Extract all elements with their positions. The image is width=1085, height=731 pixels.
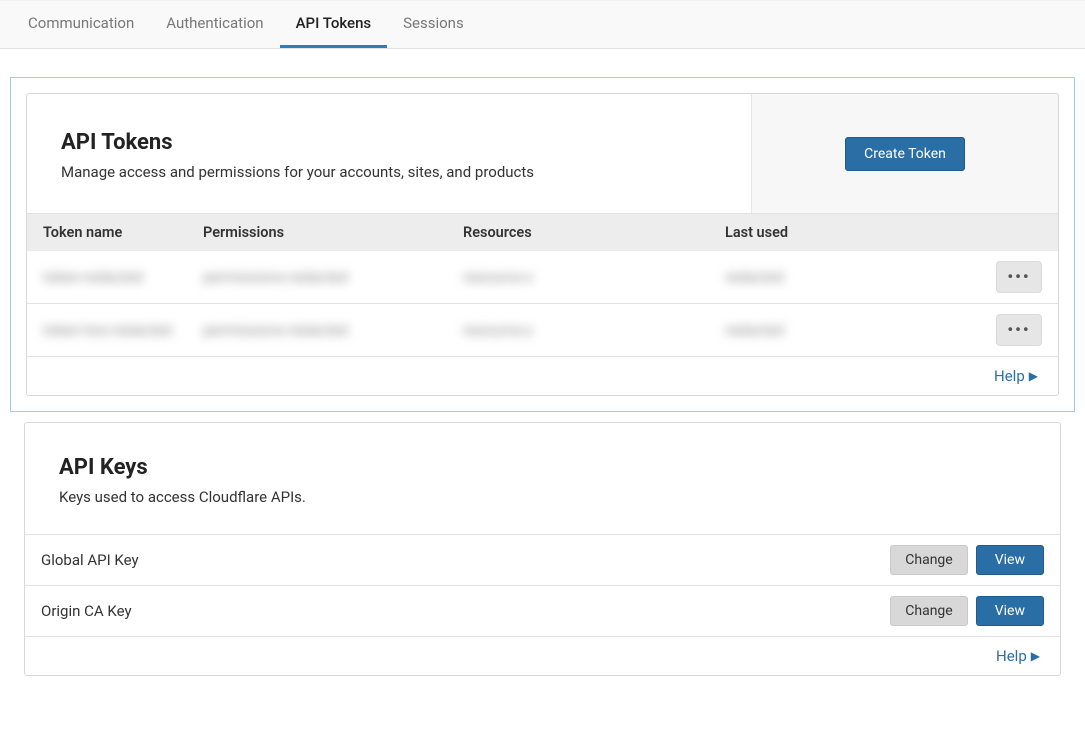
api-keys-title: API Keys: [59, 455, 1026, 480]
api-keys-card: API Keys Keys used to access Cloudflare …: [24, 422, 1061, 676]
caret-right-icon: ▶: [1029, 369, 1038, 383]
col-header-resources: Resources: [463, 224, 725, 241]
token-resources: resource-y: [463, 321, 725, 339]
token-more-button[interactable]: •••: [996, 261, 1042, 293]
api-tokens-header-row: API Tokens Manage access and permissions…: [27, 94, 1058, 213]
help-label: Help: [994, 367, 1025, 385]
tab-sessions[interactable]: Sessions: [387, 1, 480, 48]
token-table-header: Token name Permissions Resources Last us…: [27, 213, 1058, 251]
token-last-used: redacted: [725, 268, 925, 286]
api-tokens-highlight: API Tokens Manage access and permissions…: [10, 77, 1075, 412]
token-row: token-redacted permissions-redacted reso…: [27, 251, 1058, 304]
tokens-help-link[interactable]: Help ▶: [994, 367, 1038, 385]
token-name: token-two-redacted: [43, 321, 203, 339]
api-keys-header: API Keys Keys used to access Cloudflare …: [25, 423, 1060, 535]
tokens-help-row: Help ▶: [27, 357, 1058, 395]
tab-communication[interactable]: Communication: [12, 1, 150, 48]
key-name-global: Global API Key: [41, 551, 890, 569]
tab-api-tokens[interactable]: API Tokens: [280, 1, 388, 48]
tabs-bar: Communication Authentication API Tokens …: [0, 0, 1085, 49]
caret-right-icon: ▶: [1031, 649, 1040, 663]
create-token-button[interactable]: Create Token: [845, 137, 965, 171]
api-tokens-title: API Tokens: [61, 130, 717, 155]
key-actions: Change View: [890, 545, 1044, 575]
view-button[interactable]: View: [976, 545, 1044, 575]
token-name: token-redacted: [43, 268, 203, 286]
token-row: token-two-redacted permissions-redacted …: [27, 304, 1058, 357]
token-last-used: redacted: [725, 321, 925, 339]
api-keys-subtitle: Keys used to access Cloudflare APIs.: [59, 488, 1026, 506]
key-row: Origin CA Key Change View: [25, 586, 1060, 637]
change-button[interactable]: Change: [890, 596, 967, 626]
view-button[interactable]: View: [976, 596, 1044, 626]
keys-help-row: Help ▶: [25, 637, 1060, 675]
token-actions: •••: [925, 261, 1042, 293]
token-more-button[interactable]: •••: [996, 314, 1042, 346]
api-tokens-header: API Tokens Manage access and permissions…: [27, 94, 751, 213]
key-row: Global API Key Change View: [25, 535, 1060, 586]
key-actions: Change View: [890, 596, 1044, 626]
token-resources: resource-x: [463, 268, 725, 286]
help-label: Help: [996, 647, 1027, 665]
tab-authentication[interactable]: Authentication: [150, 1, 279, 48]
keys-help-link[interactable]: Help ▶: [996, 647, 1040, 665]
change-button[interactable]: Change: [890, 545, 967, 575]
api-tokens-card: API Tokens Manage access and permissions…: [26, 93, 1059, 396]
api-tokens-subtitle: Manage access and permissions for your a…: [61, 163, 717, 181]
token-permissions: permissions-redacted: [203, 321, 463, 339]
col-header-name: Token name: [43, 224, 203, 241]
token-actions: •••: [925, 314, 1042, 346]
col-header-actions: [925, 224, 1042, 241]
key-name-origin: Origin CA Key: [41, 602, 890, 620]
col-header-last-used: Last used: [725, 224, 925, 241]
token-permissions: permissions-redacted: [203, 268, 463, 286]
api-tokens-action-pane: Create Token: [751, 94, 1058, 213]
col-header-permissions: Permissions: [203, 224, 463, 241]
